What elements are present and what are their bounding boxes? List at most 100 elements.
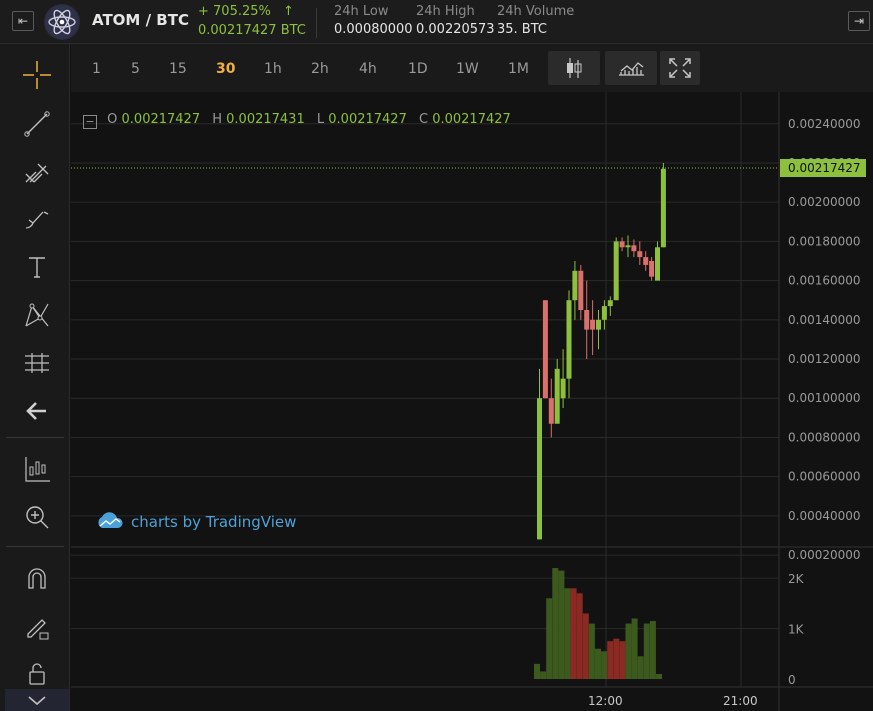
pitchfork-icon[interactable] bbox=[20, 154, 54, 188]
candle-body bbox=[613, 241, 619, 301]
candle-body bbox=[542, 300, 548, 399]
open-label: O bbox=[107, 112, 118, 127]
volume-tick-label: 1K bbox=[788, 623, 805, 637]
price-tick-label: 0.00080000 bbox=[788, 430, 861, 444]
unlock-icon[interactable] bbox=[20, 656, 54, 690]
volume-bar bbox=[595, 648, 601, 679]
interval-1d[interactable]: 1D bbox=[408, 61, 428, 77]
text-icon[interactable] bbox=[20, 250, 54, 284]
indicators-icon[interactable] bbox=[20, 452, 54, 486]
volume-bar bbox=[558, 570, 565, 679]
price-tick-label: 0.00240000 bbox=[788, 117, 861, 131]
candle-style-button[interactable] bbox=[548, 51, 600, 85]
candle-body bbox=[625, 245, 631, 248]
price-tick-label: 0.00020000 bbox=[788, 548, 861, 562]
price-tick-label: 0.00140000 bbox=[788, 313, 861, 327]
last-price-tag-label: 0.00217427 bbox=[788, 161, 861, 175]
toolbar-divider bbox=[6, 437, 64, 438]
interval-2h[interactable]: 2h bbox=[311, 61, 329, 77]
drawing-toolbar bbox=[0, 44, 70, 711]
header-divider bbox=[316, 8, 317, 38]
candle-body bbox=[596, 319, 601, 330]
interval-30[interactable]: 30 bbox=[216, 61, 235, 77]
interval-15[interactable]: 15 bbox=[169, 61, 187, 77]
price-chart[interactable]: 0.002400000.002200000.002000000.00180000… bbox=[71, 92, 873, 711]
candle-body bbox=[590, 319, 596, 330]
volume-bar bbox=[631, 618, 638, 679]
expand-right-button[interactable]: ⇥ bbox=[848, 11, 870, 31]
candle-body bbox=[619, 241, 625, 248]
crosshair-icon[interactable] bbox=[20, 58, 54, 92]
market-header: ⇤ ATOM / BTC + 705.25% ↑ 0.00217427 BTC … bbox=[0, 0, 873, 44]
collapse-left-button[interactable]: ⇤ bbox=[12, 11, 34, 31]
volume-bar bbox=[552, 568, 559, 679]
trend-line-icon[interactable] bbox=[20, 106, 54, 140]
interval-1m[interactable]: 1M bbox=[508, 61, 529, 77]
stat-high-value: 0.00220573 bbox=[416, 22, 495, 37]
high-value: 0.00217431 bbox=[226, 112, 305, 127]
price-change: + 705.25% ↑ bbox=[198, 4, 294, 19]
interval-1w[interactable]: 1W bbox=[456, 61, 479, 77]
price-tick-label: 0.00180000 bbox=[788, 234, 861, 248]
interval-4h[interactable]: 4h bbox=[359, 61, 377, 77]
price-tick-label: 0.00060000 bbox=[788, 470, 861, 484]
fullscreen-icon bbox=[669, 58, 691, 78]
brush-icon[interactable] bbox=[20, 202, 54, 236]
volume-bar bbox=[576, 593, 583, 679]
volume-bar bbox=[540, 671, 547, 679]
volume-bar bbox=[601, 651, 608, 679]
candle-body bbox=[560, 378, 566, 399]
stat-volume-value: 35. BTC bbox=[497, 22, 547, 37]
candle-body bbox=[566, 300, 572, 379]
close-label: C bbox=[418, 112, 429, 127]
volume-bar bbox=[656, 673, 662, 679]
collapse-legend-icon[interactable]: − bbox=[83, 115, 97, 129]
price-tick-label: 0.00200000 bbox=[788, 195, 861, 209]
measure-icon[interactable] bbox=[20, 346, 54, 380]
more-tools-tab[interactable] bbox=[5, 689, 69, 711]
atom-logo bbox=[44, 4, 80, 40]
candle-body bbox=[655, 247, 660, 281]
price-tick-label: 0.00120000 bbox=[788, 352, 861, 366]
volume-bar bbox=[619, 641, 626, 679]
low-label: L bbox=[316, 112, 325, 127]
candle-body bbox=[578, 270, 584, 311]
indicators-button[interactable] bbox=[605, 51, 657, 85]
volume-bar bbox=[564, 588, 571, 679]
time-tick-label: 21:00 bbox=[723, 694, 758, 708]
interval-1[interactable]: 1 bbox=[92, 61, 101, 77]
low-value: 0.00217427 bbox=[328, 112, 407, 127]
close-value: 0.00217427 bbox=[432, 112, 511, 127]
pattern-icon[interactable] bbox=[20, 298, 54, 332]
back-arrow-icon[interactable] bbox=[20, 394, 54, 428]
brand-text: charts by TradingView bbox=[131, 513, 297, 531]
volume-bar bbox=[637, 656, 644, 679]
lock-drawing-icon[interactable] bbox=[20, 610, 54, 644]
open-value: 0.00217427 bbox=[121, 112, 201, 127]
candle-body bbox=[643, 257, 649, 265]
interval-toolbar: 1 5 15 30 1h 2h 4h 1D 1W 1M bbox=[71, 44, 873, 92]
stat-high-label: 24h High bbox=[416, 4, 475, 19]
magnet-icon[interactable] bbox=[20, 562, 54, 596]
toolbar-divider bbox=[6, 546, 64, 547]
volume-bar bbox=[643, 623, 650, 679]
tradingview-brand[interactable]: charts by TradingView bbox=[95, 512, 296, 531]
candle-body bbox=[584, 310, 590, 330]
fullscreen-button[interactable] bbox=[660, 51, 700, 85]
volume-bar bbox=[625, 623, 632, 679]
up-arrow-icon: ↑ bbox=[283, 4, 294, 19]
stat-low-label: 24h Low bbox=[334, 4, 389, 19]
volume-bar bbox=[546, 598, 553, 679]
interval-1h[interactable]: 1h bbox=[264, 61, 282, 77]
volume-tick-label: 0 bbox=[788, 673, 796, 687]
zoom-icon[interactable] bbox=[20, 500, 54, 534]
high-label: H bbox=[212, 112, 223, 127]
candle-body bbox=[548, 398, 554, 424]
volume-bar bbox=[570, 588, 577, 679]
candle-body bbox=[601, 306, 607, 320]
volume-bar bbox=[607, 641, 614, 679]
chart-area[interactable]: 0.002400000.002200000.002000000.00180000… bbox=[71, 92, 873, 711]
interval-5[interactable]: 5 bbox=[131, 61, 140, 77]
candle-body bbox=[637, 251, 643, 258]
volume-tick-label: 2K bbox=[788, 572, 805, 586]
